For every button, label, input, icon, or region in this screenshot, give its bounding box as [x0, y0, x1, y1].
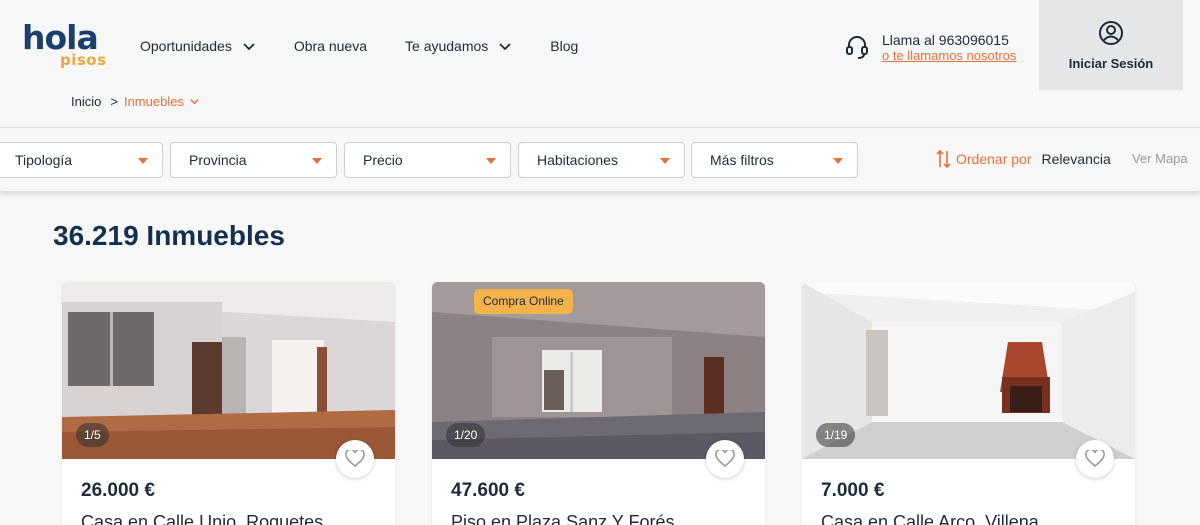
heart-icon: [1085, 450, 1105, 468]
sort-control[interactable]: Ordenar por Relevancia: [936, 149, 1111, 169]
nav-label: Obra nueva: [293, 38, 368, 54]
caret-down-icon: [833, 158, 843, 164]
callback-link[interactable]: o te llamamos nosotros: [882, 48, 1016, 63]
filter-label: Habitaciones: [537, 152, 618, 168]
nav-item-te-ayudamos[interactable]: Te ayudamos: [405, 36, 512, 56]
nav-label: Blog: [550, 38, 579, 54]
favorite-button[interactable]: [706, 440, 744, 478]
caret-down-icon: [138, 158, 148, 164]
caret-down-icon: [486, 158, 496, 164]
compra-online-badge: Compra Online: [474, 289, 573, 314]
chevron-down-icon: [499, 43, 511, 51]
filter-bar: Tipología Provincia Precio Habitaciones …: [0, 129, 1200, 191]
user-circle-icon: [1099, 20, 1123, 45]
filter-label: Más filtros: [710, 152, 774, 168]
property-address[interactable]: Piso en Plaza Sanz Y Forés: [451, 512, 674, 525]
login-button[interactable]: Iniciar Sesión: [1039, 0, 1183, 90]
caret-down-icon: [312, 158, 322, 164]
filter-label: Precio: [363, 152, 403, 168]
filter-tipologia[interactable]: Tipología: [0, 142, 163, 178]
breadcrumb-home[interactable]: Inicio: [71, 94, 101, 109]
nav-item-oportunidades[interactable]: Oportunidades: [140, 36, 256, 56]
logo-sub: pisos: [60, 51, 107, 69]
nav-label: Te ayudamos: [405, 38, 489, 54]
photo-counter: 1/19: [816, 423, 856, 447]
heart-icon: [345, 450, 365, 468]
property-price: 26.000 €: [81, 480, 155, 501]
sort-arrows-icon: [936, 149, 951, 169]
hola-pisos-logo[interactable]: hola pisos: [22, 20, 112, 70]
property-address[interactable]: Casa en Calle Unio, Roquetes: [81, 512, 323, 525]
favorite-button[interactable]: [336, 440, 374, 478]
phone-contact: Llama al 963096015 o te llamamos nosotro…: [844, 32, 1034, 72]
favorite-button[interactable]: [1076, 440, 1114, 478]
nav-label: Oportunidades: [140, 38, 232, 54]
filter-label: Tipología: [15, 152, 73, 168]
property-card[interactable]: Compra Online 1/20 47.600 € Piso en Plaz…: [432, 282, 765, 525]
breadcrumb: Inicio > Inmuebles: [71, 94, 200, 109]
filter-mas-filtros[interactable]: Más filtros: [691, 142, 858, 178]
property-card[interactable]: 1/19 7.000 € Casa en Calle Arco, Villena: [802, 282, 1135, 525]
caret-down-icon: [660, 158, 670, 164]
property-photo[interactable]: [62, 282, 395, 459]
nav-item-obra-nueva[interactable]: Obra nueva: [294, 36, 367, 56]
property-price: 47.600 €: [451, 480, 525, 501]
filter-label: Provincia: [189, 152, 247, 168]
phone-number-text: Llama al 963096015: [882, 32, 1009, 48]
property-card[interactable]: 1/5 26.000 € Casa en Calle Unio, Roquete…: [62, 282, 395, 525]
photo-counter: 1/20: [446, 423, 486, 447]
property-address[interactable]: Casa en Calle Arco, Villena: [821, 512, 1039, 525]
login-label: Iniciar Sesión: [1068, 55, 1154, 71]
breadcrumb-current[interactable]: Inmuebles: [124, 94, 200, 109]
chevron-down-icon: [190, 99, 199, 105]
headset-icon: [846, 36, 868, 59]
site-header: hola pisos Oportunidades Obra nueva Te a…: [0, 0, 1200, 128]
chevron-down-icon: [243, 43, 255, 51]
breadcrumb-separator: >: [110, 94, 118, 109]
property-price: 7.000 €: [821, 480, 885, 501]
filter-precio[interactable]: Precio: [344, 142, 511, 178]
filter-provincia[interactable]: Provincia: [170, 142, 337, 178]
results-title: 36.219 Inmuebles: [53, 220, 285, 251]
photo-counter: 1/5: [76, 423, 109, 447]
view-map-link[interactable]: Ver Mapa: [1132, 151, 1188, 166]
heart-icon: [715, 450, 735, 468]
filter-habitaciones[interactable]: Habitaciones: [518, 142, 685, 178]
sort-label: Ordenar por: [956, 151, 1032, 167]
sort-value: Relevancia: [1041, 151, 1111, 167]
main-nav: Oportunidades Obra nueva Te ayudamos Blo…: [140, 36, 578, 56]
nav-item-blog[interactable]: Blog: [550, 36, 578, 56]
breadcrumb-current-label: Inmuebles: [123, 94, 184, 109]
